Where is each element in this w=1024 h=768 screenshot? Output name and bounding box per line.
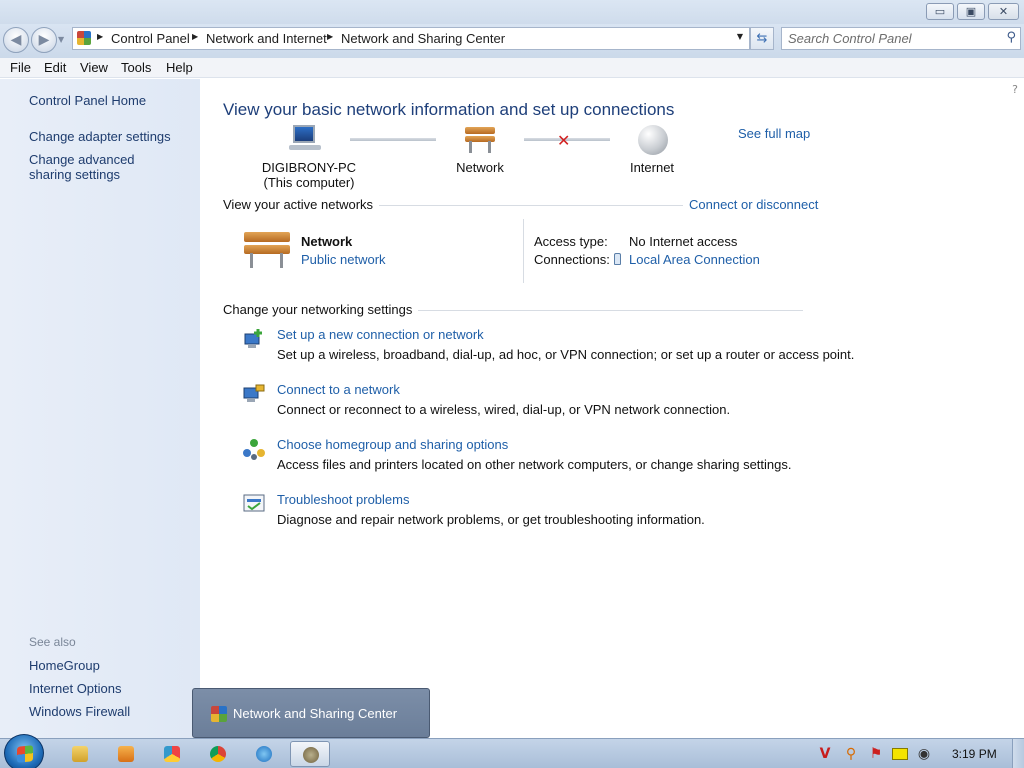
- menu-tools[interactable]: Tools: [121, 60, 151, 75]
- taskbar-thumbnail-preview[interactable]: Network and Sharing Center: [192, 688, 430, 738]
- breadcrumb-network-and-sharing-center[interactable]: Network and Sharing Center: [341, 31, 505, 46]
- menu-help[interactable]: Help: [166, 60, 193, 75]
- breadcrumb-arrow-icon[interactable]: ▶: [192, 32, 198, 41]
- left-pane: Control Panel Home Change adapter settin…: [0, 79, 200, 738]
- menu-bar: File Edit View Tools Help: [0, 58, 1024, 78]
- troubleshoot-problems-description: Diagnose and repair network problems, or…: [277, 512, 705, 527]
- control-panel-icon: [211, 706, 227, 722]
- clock[interactable]: 3:19 PM: [952, 747, 997, 761]
- search-tray-icon[interactable]: ⚲: [843, 746, 859, 762]
- taskbar-internet-explorer[interactable]: [244, 741, 284, 767]
- main-content: ? View your basic network information an…: [200, 79, 1024, 738]
- network-tray-icon[interactable]: ▭: [892, 748, 908, 760]
- control-panel-icon: [77, 31, 91, 45]
- internet-options-link[interactable]: Internet Options: [29, 681, 122, 696]
- menu-file[interactable]: File: [10, 60, 31, 75]
- search-input[interactable]: [788, 31, 993, 46]
- minimize-button[interactable]: ▭: [926, 3, 954, 20]
- see-also-label: See also: [29, 635, 76, 649]
- menu-view[interactable]: View: [80, 60, 108, 75]
- antivirus-tray-icon[interactable]: V: [817, 746, 833, 762]
- windows-firewall-link[interactable]: Windows Firewall: [29, 704, 130, 719]
- connect-network-icon: [242, 382, 266, 406]
- windows-logo-icon: [17, 745, 33, 763]
- connect-or-disconnect-link[interactable]: Connect or disconnect: [683, 197, 819, 212]
- page-title: View your basic network information and …: [223, 100, 675, 119]
- troubleshoot-problems-link[interactable]: Troubleshoot problems: [277, 492, 409, 507]
- access-type-label: Access type:: [534, 234, 608, 249]
- menu-edit[interactable]: Edit: [44, 60, 66, 75]
- navigation-bar: ◀ ▶ ▼ ▶ Control Panel ▶ Network and Inte…: [0, 24, 1024, 58]
- maximize-button[interactable]: ▣: [957, 3, 985, 20]
- computer-icon: [289, 123, 321, 151]
- homegroup-sharing-description: Access files and printers located on oth…: [277, 457, 792, 472]
- start-button[interactable]: [4, 734, 44, 768]
- media-player-icon: [118, 746, 134, 762]
- network-bench-icon: [244, 232, 290, 268]
- control-panel-home-link[interactable]: Control Panel Home: [29, 93, 146, 108]
- taskbar-control-panel[interactable]: [290, 741, 330, 767]
- show-desktop-button[interactable]: [1012, 739, 1024, 768]
- computer-name: DIGIBRONY-PC: [261, 160, 357, 175]
- connect-to-network-link[interactable]: Connect to a network: [277, 382, 400, 397]
- address-bar[interactable]: ▶ Control Panel ▶ Network and Internet ▶…: [72, 27, 750, 50]
- network-bench-icon: [465, 127, 495, 153]
- homegroup-sharing-link[interactable]: Choose homegroup and sharing options: [277, 437, 508, 452]
- taskbar-paint[interactable]: [152, 741, 192, 767]
- network-location-link[interactable]: Public network: [301, 252, 386, 267]
- active-network-name: Network: [301, 234, 353, 249]
- connection-line: [350, 138, 436, 141]
- search-icon[interactable]: ⚲: [1006, 30, 1016, 45]
- action-center-flag-icon[interactable]: ⚑: [868, 746, 884, 762]
- breadcrumb-network-and-internet[interactable]: Network and Internet: [206, 31, 327, 46]
- thumbnail-label: Network and Sharing Center: [233, 706, 398, 721]
- internet-globe-icon: [638, 125, 668, 155]
- map-network-node[interactable]: Network: [440, 160, 520, 175]
- taskbar-explorer[interactable]: [60, 741, 100, 767]
- refresh-button[interactable]: ⇆: [750, 27, 774, 50]
- help-icon[interactable]: ?: [1012, 83, 1018, 96]
- change-advanced-sharing-link[interactable]: Change advanced sharing settings: [29, 152, 179, 182]
- setup-new-connection-description: Set up a wireless, broadband, dial-up, a…: [277, 347, 855, 362]
- breadcrumb-arrow-icon[interactable]: ▶: [97, 32, 103, 41]
- explorer-icon: [72, 746, 88, 762]
- disconnected-x-icon: ✕: [557, 131, 571, 150]
- title-bar: ▭ ▣ ✕: [0, 0, 1024, 24]
- local-area-connection-link[interactable]: Local Area Connection: [629, 252, 760, 267]
- back-button[interactable]: ◀: [3, 27, 29, 53]
- forward-button[interactable]: ▶: [31, 27, 57, 53]
- breadcrumb-arrow-icon[interactable]: ▶: [327, 32, 333, 41]
- breadcrumb-control-panel[interactable]: Control Panel: [111, 31, 190, 46]
- setup-new-connection-link[interactable]: Set up a new connection or network: [277, 327, 484, 342]
- connect-to-network-description: Connect or reconnect to a wireless, wire…: [277, 402, 731, 417]
- search-box[interactable]: ⚲: [781, 27, 1021, 50]
- address-dropdown-icon[interactable]: ▼: [737, 32, 743, 41]
- troubleshoot-icon: [242, 492, 266, 516]
- control-panel-icon: [303, 747, 319, 763]
- chrome-icon: [210, 746, 226, 762]
- paint-icon: [164, 746, 180, 762]
- see-full-map-link[interactable]: See full map: [738, 126, 810, 141]
- taskbar-chrome[interactable]: [198, 741, 238, 767]
- homegroup-icon: [242, 437, 266, 461]
- networking-settings-heading: Change your networking settings: [223, 302, 419, 317]
- close-button[interactable]: ✕: [988, 3, 1019, 20]
- change-adapter-settings-link[interactable]: Change adapter settings: [29, 129, 171, 144]
- network-plug-icon: [614, 253, 621, 265]
- map-computer-node[interactable]: DIGIBRONY-PC (This computer): [254, 160, 364, 190]
- map-internet-node[interactable]: Internet: [612, 160, 692, 175]
- connections-label: Connections:: [534, 252, 610, 267]
- computer-subtitle: (This computer): [263, 175, 355, 190]
- taskbar-media-player[interactable]: [106, 741, 146, 767]
- taskbar: V ⚲ ⚑ ▭ ◉ 3:19 PM: [0, 734, 1024, 768]
- recent-pages-dropdown[interactable]: ▼: [58, 33, 68, 47]
- divider: [523, 219, 524, 283]
- new-connection-icon: [242, 327, 266, 351]
- access-type-value: No Internet access: [629, 234, 738, 249]
- internet-explorer-icon: [256, 746, 272, 762]
- volume-tray-icon[interactable]: ◉: [916, 746, 932, 762]
- homegroup-link[interactable]: HomeGroup: [29, 658, 100, 673]
- active-networks-heading: View your active networks: [223, 197, 380, 212]
